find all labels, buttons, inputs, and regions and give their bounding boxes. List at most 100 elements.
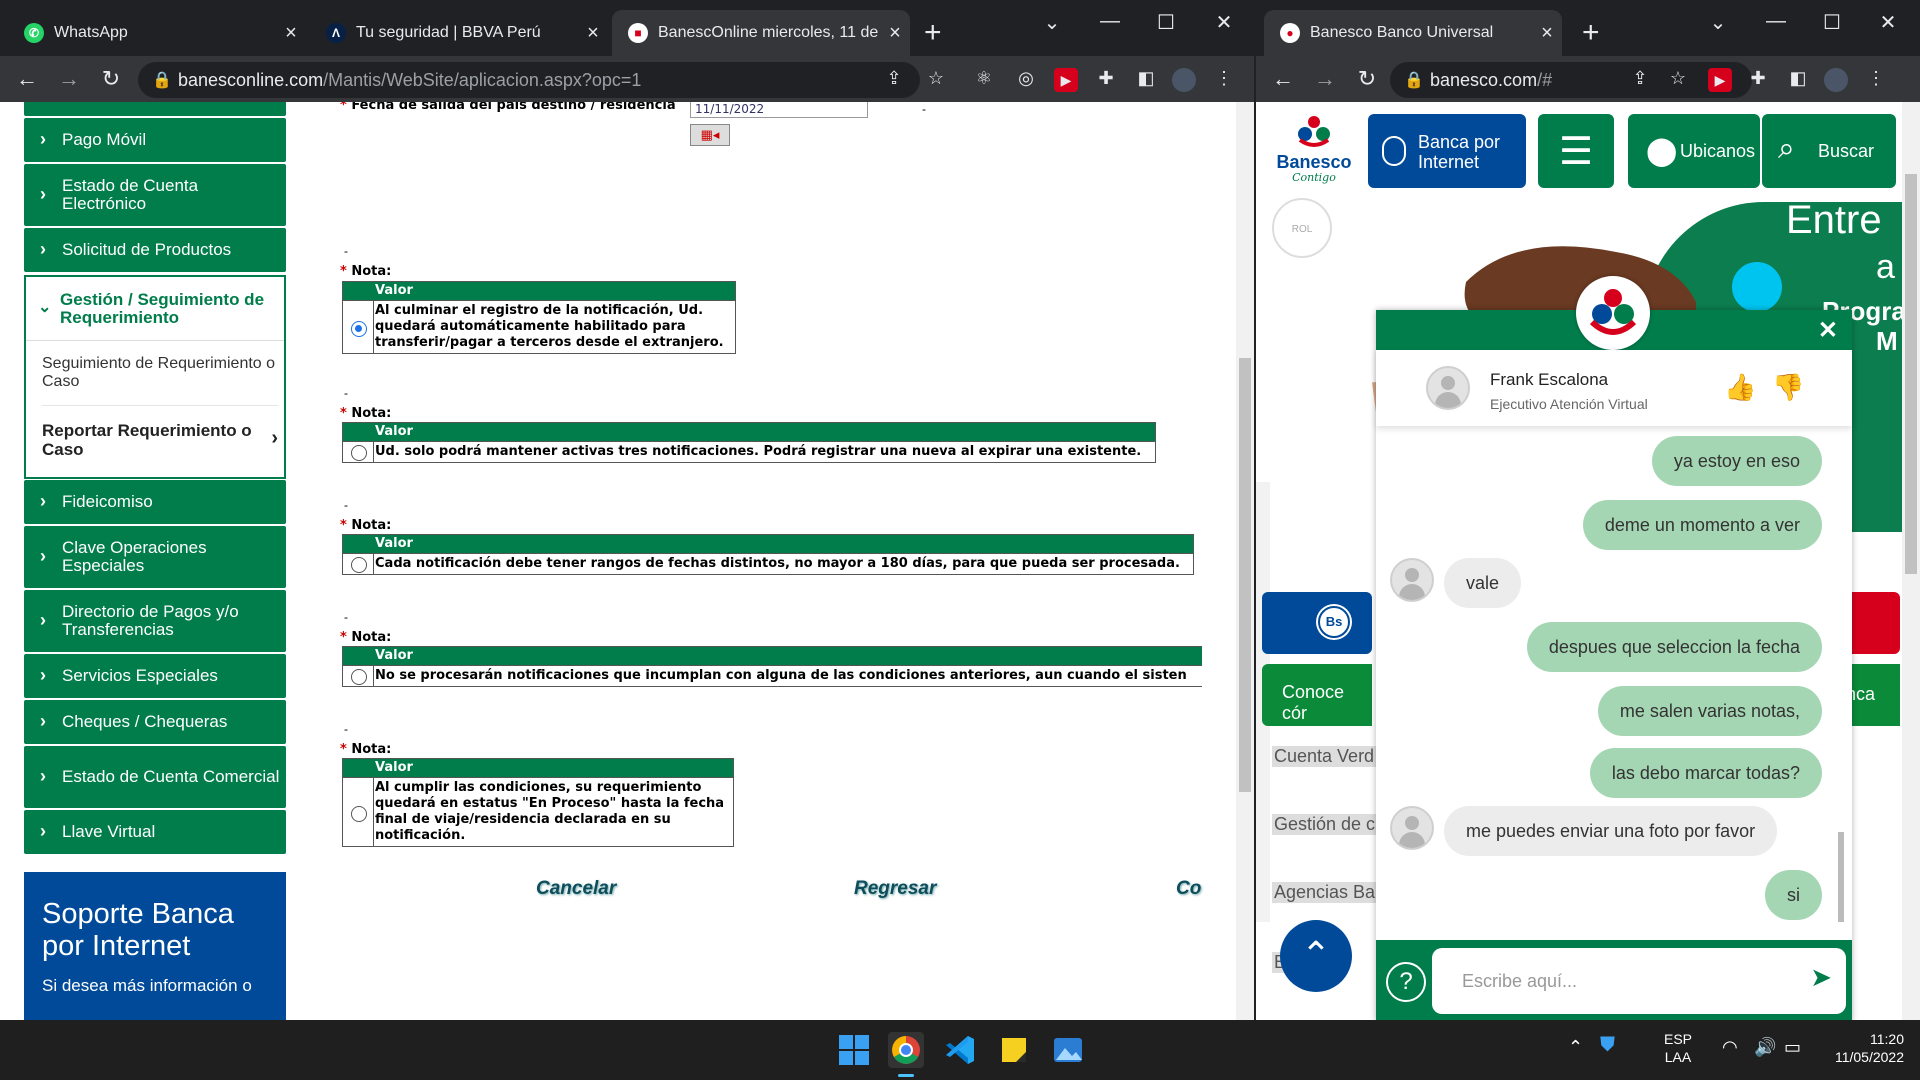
tab-banesconline[interactable]: ■ BanescOnline miercoles, 11 de m × <box>612 10 910 56</box>
menu-item-partial[interactable] <box>24 102 286 116</box>
link-agencias[interactable]: Agencias Ba <box>1272 882 1378 903</box>
chat-close-icon[interactable]: ✕ <box>1818 316 1838 345</box>
menu-fideicomiso[interactable]: › Fideicomiso <box>24 480 286 524</box>
nota-row[interactable]: Cada notificación debe tener rangos de f… <box>343 553 1193 574</box>
extension-atom-icon[interactable]: ⚛ <box>972 68 996 92</box>
banca-internet-button[interactable]: Banca por Internet <box>1368 114 1526 188</box>
volume-icon[interactable]: 🔊 <box>1754 1038 1776 1056</box>
nota-radio[interactable] <box>351 669 367 685</box>
scrollbar-thumb[interactable] <box>1239 358 1251 792</box>
start-windows-icon[interactable] <box>836 1032 872 1068</box>
reload-icon[interactable]: ↻ <box>1352 66 1382 92</box>
page-scrollbar[interactable] <box>1902 102 1920 1020</box>
nota-radio[interactable] <box>351 806 367 822</box>
menu-pago-movil[interactable]: › Pago Móvil <box>24 118 286 162</box>
date-input[interactable]: 11/11/2022 <box>690 102 868 118</box>
wifi-icon[interactable]: ◠ <box>1722 1038 1738 1056</box>
maximize-icon[interactable]: ☐ <box>1812 10 1852 35</box>
close-tab-icon[interactable]: × <box>880 22 910 45</box>
close-window-icon[interactable]: ✕ <box>1868 10 1908 35</box>
menu-solicitud-productos[interactable]: › Solicitud de Productos <box>24 228 286 272</box>
menu-estado-cuenta-electronico[interactable]: › Estado de Cuenta Electrónico <box>24 164 286 226</box>
close-tab-icon[interactable]: × <box>1532 22 1562 45</box>
bookmark-star-icon[interactable]: ☆ <box>1666 68 1690 92</box>
side-panel-icon[interactable]: ◧ <box>1134 68 1158 92</box>
back-icon[interactable]: ← <box>12 66 42 92</box>
close-tab-icon[interactable]: × <box>578 22 608 45</box>
back-icon[interactable]: ← <box>1268 66 1298 92</box>
show-hidden-icons[interactable]: ⌃ <box>1568 1038 1583 1056</box>
thumbs-up-icon[interactable]: 👍 <box>1724 372 1756 403</box>
bookmark-star-icon[interactable]: ☆ <box>924 68 948 92</box>
new-tab-icon[interactable]: + <box>924 18 942 48</box>
language-indicator[interactable]: ESP LAA <box>1664 1030 1692 1066</box>
menu-estado-cuenta-comercial[interactable]: › Estado de Cuenta Comercial <box>24 746 286 808</box>
send-icon[interactable]: ➤ <box>1810 962 1832 993</box>
ubicanos-button[interactable]: ⬤ Ubicanos <box>1628 114 1760 188</box>
profile-avatar[interactable] <box>1172 68 1196 92</box>
minimize-icon[interactable]: — <box>1756 10 1796 33</box>
conoce-button[interactable]: Conoce cór <box>1262 664 1372 726</box>
extension-red-icon[interactable]: ▶ <box>1708 68 1732 92</box>
menu-servicios-especiales[interactable]: › Servicios Especiales <box>24 654 286 698</box>
buscar-button[interactable]: ⌕ Buscar <box>1762 114 1896 188</box>
nota-row[interactable]: No se procesarán notificaciones que incu… <box>343 665 1202 686</box>
calendar-icon[interactable]: ▦◂ <box>690 124 730 146</box>
url-field[interactable]: 🔒 banesconline.com/Mantis/WebSite/aplica… <box>138 62 920 98</box>
cancel-button[interactable]: Cancelar <box>536 878 616 900</box>
defender-shield-icon[interactable]: ⛊ <box>1600 1035 1615 1055</box>
chrome-menu-icon[interactable]: ⋮ <box>1212 68 1236 92</box>
thumbs-down-icon[interactable]: 👎 <box>1772 372 1804 403</box>
chrome-menu-icon[interactable]: ⋮ <box>1864 68 1888 92</box>
share-icon[interactable]: ⇪ <box>1628 68 1652 92</box>
tab-banesco[interactable]: ● Banesco Banco Universal × <box>1264 10 1562 56</box>
clock[interactable]: 11:20 11/05/2022 <box>1820 1030 1904 1066</box>
scrollbar-thumb[interactable] <box>1905 174 1917 574</box>
nca-button[interactable]: nca <box>1846 664 1900 726</box>
tab-search-icon[interactable]: ⌄ <box>1698 10 1738 35</box>
submenu-reportar[interactable]: Reportar Requerimiento o Caso <box>42 421 254 459</box>
share-icon[interactable]: ⇪ <box>882 68 906 92</box>
chat-message-input[interactable]: Escribe aquí... <box>1432 948 1846 1014</box>
menu-cheques[interactable]: › Cheques / Chequeras <box>24 700 286 744</box>
maximize-icon[interactable]: ☐ <box>1146 10 1186 35</box>
chrome-taskbar-icon[interactable] <box>888 1032 924 1068</box>
extensions-puzzle-icon[interactable]: ✚ <box>1094 68 1118 92</box>
extension-target-icon[interactable]: ◎ <box>1014 68 1038 92</box>
profile-avatar[interactable] <box>1824 68 1848 92</box>
new-tab-icon[interactable]: + <box>1582 18 1600 48</box>
forward-icon[interactable]: → <box>54 66 84 92</box>
gestion-header[interactable]: ⌄ Gestión / Seguimiento de Requerimiento <box>26 277 284 341</box>
photos-taskbar-icon[interactable] <box>1050 1032 1086 1068</box>
help-icon[interactable]: ? <box>1386 962 1426 1002</box>
url-field[interactable]: 🔒 banesco.com/# <box>1390 62 1752 98</box>
page-scrollbar[interactable] <box>1236 102 1254 1020</box>
link-cuenta-verde[interactable]: Cuenta Verd <box>1272 746 1377 767</box>
menu-directorio-pagos[interactable]: › Directorio de Pagos y/o Transferencias <box>24 590 286 652</box>
forward-icon[interactable]: → <box>1310 66 1340 92</box>
tab-search-icon[interactable]: ⌄ <box>1032 10 1072 35</box>
tab-whatsapp[interactable]: ✆ WhatsApp × <box>8 10 306 56</box>
chat-scrollbar[interactable] <box>1836 436 1846 938</box>
bs-button[interactable]: Bs <box>1262 592 1372 654</box>
extensions-puzzle-icon[interactable]: ✚ <box>1746 68 1770 92</box>
banesco-logo[interactable]: Banesco Contigo <box>1266 114 1362 188</box>
continue-button[interactable]: Co <box>1176 878 1201 900</box>
nota-row[interactable]: Al cumplir las condiciones, su requerimi… <box>343 777 733 846</box>
nota-row[interactable]: Al culminar el registro de la notificaci… <box>343 300 735 353</box>
reload-icon[interactable]: ↻ <box>96 66 126 92</box>
sticky-notes-taskbar-icon[interactable] <box>996 1032 1032 1068</box>
vscode-taskbar-icon[interactable] <box>942 1032 978 1068</box>
menu-clave-operaciones[interactable]: › Clave Operaciones Especiales <box>24 526 286 588</box>
scrollbar-thumb[interactable] <box>1838 832 1844 922</box>
back-button[interactable]: Regresar <box>854 878 936 900</box>
minimize-icon[interactable]: — <box>1090 10 1130 33</box>
tab-bbva[interactable]: Λ Tu seguridad | BBVA Perú × <box>310 10 608 56</box>
close-window-icon[interactable]: ✕ <box>1204 10 1244 35</box>
close-tab-icon[interactable]: × <box>276 22 306 45</box>
nota-radio[interactable] <box>351 321 367 337</box>
submenu-seguimiento[interactable]: Seguimiento de Requerimiento o Caso <box>42 355 278 391</box>
hamburger-menu-icon[interactable]: ☰ <box>1538 114 1614 188</box>
nota-row[interactable]: Ud. solo podrá mantener activas tres not… <box>343 441 1155 462</box>
extension-red-icon[interactable]: ▶ <box>1054 68 1078 92</box>
